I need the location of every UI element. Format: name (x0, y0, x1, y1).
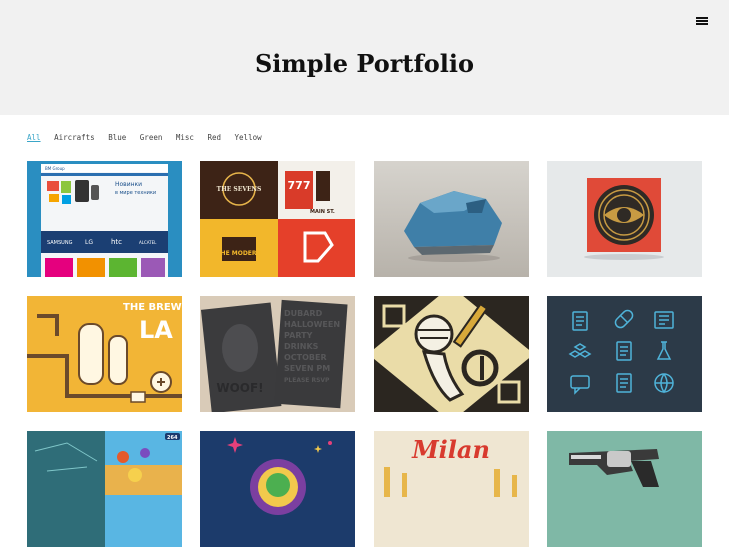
filter-green[interactable]: Green (140, 133, 163, 142)
modern-sign-text: THE MODERN (216, 250, 261, 257)
bm-logo-text: BM Group (45, 166, 65, 171)
hamburger-menu-icon[interactable] (694, 14, 710, 28)
main-st-text: MAIN ST. (310, 209, 335, 215)
brew-text-1: THE BREW (123, 302, 182, 313)
brew-text-2: LA (139, 316, 173, 344)
portfolio-item-eye-print[interactable] (547, 161, 702, 277)
filter-yellow[interactable]: Yellow (235, 133, 262, 142)
filter-bar: All Aircrafts Blue Green Misc Red Yellow (27, 133, 271, 142)
sevens-badge-text: THE SEVENS (217, 186, 262, 193)
portfolio-item-revolver[interactable] (547, 431, 702, 547)
portfolio-item-mobile-game[interactable]: 264 (27, 431, 182, 547)
portfolio-item-paper-vehicle[interactable] (374, 161, 529, 277)
portfolio-item-baseball-mascot[interactable] (374, 296, 529, 412)
portfolio-item-icon-set[interactable] (547, 296, 702, 412)
poster-line-1: HALLOWEEN (284, 320, 340, 329)
filter-red[interactable]: Red (207, 133, 221, 142)
page-title: Simple Portfolio (254, 49, 475, 78)
bm-heading-2: в мире техники (115, 190, 156, 196)
portfolio-item-bm-group[interactable]: BM Group Новинки в мире техники SAMSUNG … (27, 161, 182, 277)
brand-lg: LG (85, 239, 93, 246)
milan-title: Milan (411, 435, 490, 464)
portfolio-item-brewery[interactable]: THE BREW LA (27, 296, 182, 412)
filter-all[interactable]: All (27, 133, 41, 142)
poster-line-3: DRINKS (284, 342, 319, 351)
poster-line-6: PLEASE RSVP (284, 377, 330, 384)
filter-misc[interactable]: Misc (176, 133, 194, 142)
portfolio-item-milan-poster[interactable]: Milan (374, 431, 529, 547)
brand-htc: htc (111, 238, 122, 246)
filter-aircrafts[interactable]: Aircrafts (54, 133, 95, 142)
portfolio-item-sevens-branding[interactable]: THE SEVENS 777 MAIN ST. THE MODERN (200, 161, 355, 277)
brand-alcatel: ALCATEL (139, 240, 157, 245)
game-score: 264 (167, 435, 178, 441)
filter-blue[interactable]: Blue (108, 133, 126, 142)
bm-heading-1: Новинки (115, 181, 142, 188)
poster-line-5: SEVEN PM (284, 364, 330, 373)
poster-line-2: PARTY (284, 331, 313, 340)
poster-line-0: DUBARD (284, 309, 323, 318)
seven-number: 777 (288, 179, 311, 192)
woof-text: WOOF! (216, 381, 263, 395)
page-header: Simple Portfolio (0, 0, 729, 115)
portfolio-item-halloween-posters[interactable]: WOOF! DUBARD HALLOWEEN PARTY DRINKS OCTO… (200, 296, 355, 412)
brand-samsung: SAMSUNG (47, 240, 73, 246)
poster-line-4: OCTOBER (284, 353, 327, 362)
portfolio-item-space-illustration[interactable] (200, 431, 355, 547)
